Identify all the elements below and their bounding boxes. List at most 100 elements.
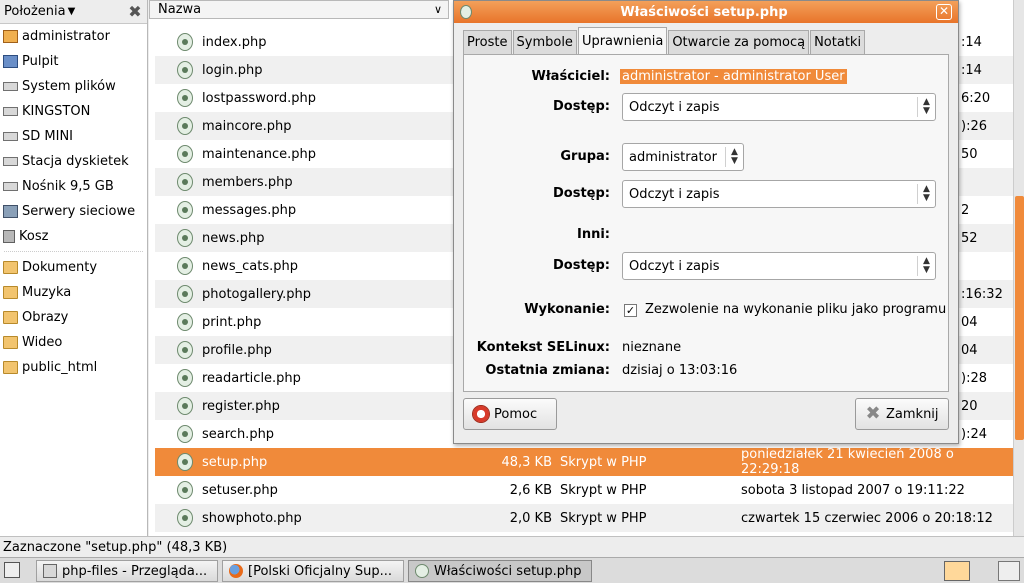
- file-date-partial: ):28: [961, 370, 987, 386]
- bookmark-item[interactable]: Dokumenty: [0, 255, 147, 280]
- file-name: setuser.php: [202, 482, 278, 498]
- column-header-name[interactable]: Nazwa ∨: [149, 0, 449, 19]
- bookmark-item[interactable]: Obrazy: [0, 305, 147, 330]
- others-label: Inni:: [576, 227, 610, 242]
- group-combo[interactable]: administrator ▲ ▼: [622, 143, 744, 171]
- php-file-icon: [177, 313, 193, 331]
- group-access-combo[interactable]: Odczyt i zapis ▲ ▼: [622, 180, 936, 208]
- file-name: setup.php: [202, 454, 268, 470]
- sidebar-item[interactable]: KINGSTON: [0, 99, 147, 124]
- execute-checkbox[interactable]: ✓: [624, 304, 637, 317]
- php-file-icon: [177, 117, 193, 135]
- php-file-icon: [177, 341, 193, 359]
- scrollbar-thumb[interactable]: [1015, 196, 1024, 440]
- task-properties[interactable]: Właściwości setup.php: [408, 560, 592, 582]
- workspace-2-icon[interactable]: [998, 561, 1020, 581]
- file-row[interactable]: setup.php 48,3 KB Skrypt w PHP poniedziałek…: [155, 447, 1015, 477]
- file-date-partial: 04: [961, 314, 978, 330]
- sidebar-item[interactable]: Stacja dyskietek: [0, 149, 147, 174]
- tab-4[interactable]: Notatki: [810, 30, 866, 54]
- folder-icon: [3, 261, 18, 274]
- file-date-partial: 04: [961, 342, 978, 358]
- properties-icon: [415, 564, 429, 578]
- php-file-icon: [177, 173, 193, 191]
- php-file-icon: [177, 509, 193, 527]
- sidebar-item-label: System plików: [22, 79, 116, 94]
- places-dropdown-label: Położenia: [4, 4, 66, 19]
- file-date-partial: 50: [961, 146, 978, 162]
- bookmarks-list: Dokumenty Muzyka Obrazy Wideo public_html: [0, 255, 147, 380]
- file-name: profile.php: [202, 342, 272, 358]
- php-file-icon: [177, 33, 193, 51]
- owner-access-combo[interactable]: Odczyt i zapis ▲ ▼: [622, 93, 936, 121]
- drive-icon: [3, 157, 18, 166]
- file-date-partial: ):24: [961, 426, 987, 442]
- places-sidebar: Położenia ▼ ✖ administrator Pulpit System …: [0, 0, 148, 536]
- owner-value[interactable]: administrator - administrator User: [620, 69, 847, 84]
- others-access-combo[interactable]: Odczyt i zapis ▲ ▼: [622, 252, 936, 280]
- group-access-label: Dostęp:: [553, 186, 610, 201]
- sidebar-item-label: SD MINI: [22, 129, 74, 144]
- file-date-partial: :14: [961, 34, 982, 50]
- file-date: sobota 3 listopad 2007 o 19:11:22: [741, 482, 965, 498]
- sidebar-item[interactable]: SD MINI: [0, 124, 147, 149]
- selinux-label: Kontekst SELinux:: [476, 340, 610, 355]
- group-value: administrator: [629, 149, 717, 165]
- file-date-partial: 2: [961, 202, 970, 218]
- sidebar-item[interactable]: Nośnik 9,5 GB: [0, 174, 147, 199]
- task-label: php-files - Przegląda...: [62, 563, 208, 579]
- help-button[interactable]: Pomoc: [463, 398, 557, 430]
- vertical-scrollbar[interactable]: [1013, 0, 1024, 536]
- file-date-partial: ):26: [961, 118, 987, 134]
- tab-3[interactable]: Otwarcie za pomocą: [668, 30, 810, 54]
- bookmark-item[interactable]: Muzyka: [0, 280, 147, 305]
- close-icon[interactable]: ✖: [127, 3, 143, 20]
- sidebar-item[interactable]: Kosz: [0, 224, 147, 249]
- help-button-label: Pomoc: [494, 406, 538, 422]
- bookmark-item[interactable]: Wideo: [0, 330, 147, 355]
- file-row[interactable]: showphoto.php 2,0 KB Skrypt w PHP czwartek …: [155, 504, 1015, 532]
- trash-icon: [3, 230, 15, 243]
- statusbar: Zaznaczone "setup.php" (48,3 KB): [0, 536, 1024, 557]
- owner-label: Właściciel:: [531, 69, 610, 84]
- sidebar-item[interactable]: administrator: [0, 24, 147, 49]
- tab-2[interactable]: Uprawnienia: [577, 27, 668, 54]
- bookmark-item-label: public_html: [22, 360, 98, 375]
- file-date-partial: 20: [961, 398, 978, 414]
- task-file-manager[interactable]: php-files - Przegląda...: [36, 560, 218, 582]
- sidebar-item-label: Nośnik 9,5 GB: [22, 179, 114, 194]
- sidebar-item[interactable]: Pulpit: [0, 49, 147, 74]
- tab-0[interactable]: Proste: [463, 30, 512, 54]
- execute-checkbox-label[interactable]: Zezwolenie na wykonanie pliku jako progr…: [645, 302, 946, 317]
- properties-dialog: Właściwości setup.php ✕ Proste Symbole Upr…: [453, 0, 959, 444]
- close-icon[interactable]: ✕: [936, 4, 952, 20]
- task-firefox[interactable]: [Polski Oficjalny Sup...: [222, 560, 404, 582]
- file-name: photogallery.php: [202, 286, 311, 302]
- places-dropdown[interactable]: Położenia ▼: [4, 4, 127, 19]
- others-access-label: Dostęp:: [553, 258, 610, 273]
- sidebar-item-label: Stacja dyskietek: [22, 154, 129, 169]
- tab-1[interactable]: Symbole: [512, 30, 577, 54]
- sidebar-item[interactable]: System plików: [0, 74, 147, 99]
- show-desktop-icon[interactable]: [4, 562, 20, 578]
- file-name: readarticle.php: [202, 370, 301, 386]
- file-type: Skrypt w PHP: [560, 510, 647, 526]
- task-label: Właściwości setup.php: [434, 563, 582, 579]
- bookmark-item[interactable]: public_html: [0, 355, 147, 380]
- workspace-1-icon[interactable]: [944, 561, 970, 581]
- close-button-label: Zamknij: [886, 406, 939, 422]
- sidebar-item[interactable]: Serwery sieciowe: [0, 199, 147, 224]
- file-row[interactable]: setuser.php 2,6 KB Skrypt w PHP sobota 3 li…: [155, 476, 1015, 504]
- updown-arrow-icon: ▲ ▼: [725, 147, 743, 167]
- file-type: Skrypt w PHP: [560, 454, 647, 470]
- file-size: 2,6 KB: [509, 482, 552, 498]
- file-manager-icon: [43, 564, 57, 578]
- drive-icon: [3, 182, 18, 191]
- close-button[interactable]: ✖ Zamknij: [855, 398, 949, 430]
- taskbar: php-files - Przegląda... [Polski Oficjal…: [0, 557, 1024, 583]
- dialog-titlebar[interactable]: Właściwości setup.php ✕: [454, 1, 958, 23]
- last-change-value: dzisiaj o 13:03:16: [622, 363, 738, 378]
- file-name: index.php: [202, 34, 267, 50]
- home-icon: [3, 30, 18, 43]
- file-name: print.php: [202, 314, 262, 330]
